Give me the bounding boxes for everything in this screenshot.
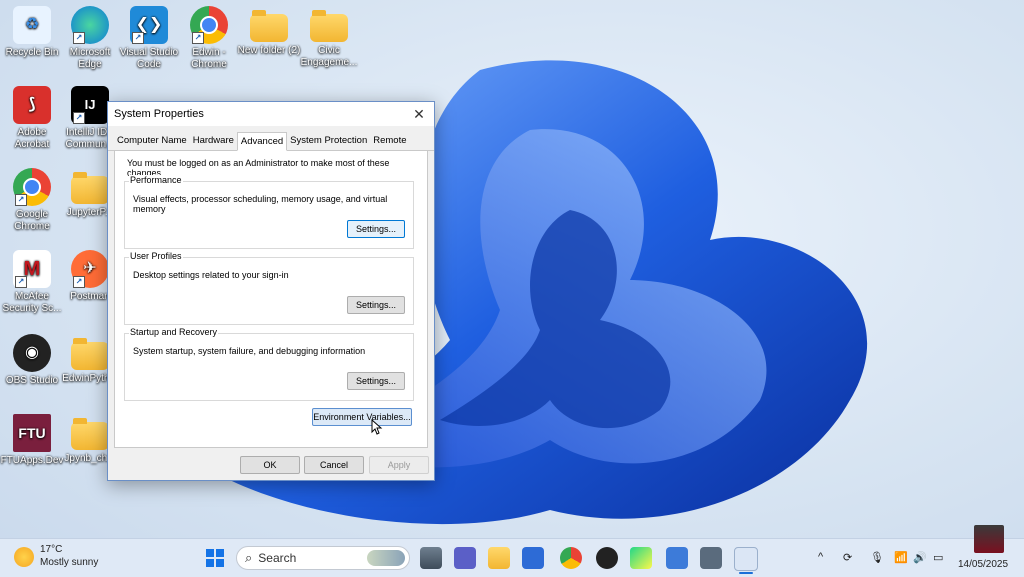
weather-sun-icon[interactable] [14, 547, 34, 567]
dialog-titlebar[interactable]: System Properties ✕ [108, 102, 434, 126]
start-windows-icon[interactable] [206, 549, 224, 567]
environment-variables-button[interactable]: Environment Variables... [312, 408, 412, 426]
desktop-icon-label: Edwin - Chrome [191, 47, 227, 70]
store-icon[interactable] [522, 547, 544, 569]
desktop-icon-edge[interactable]: ↗ Microsoft Edge [58, 6, 122, 71]
desktop-icon-civic[interactable]: Civic Engageme... [297, 6, 361, 69]
clock-date[interactable]: 14/05/2025 [958, 559, 1008, 570]
recycle-bin-icon: ♻ [13, 6, 51, 44]
ftu-icon: FTU [13, 414, 51, 452]
desktop-icon-label: OBS Studio [5, 375, 59, 386]
mouse-cursor-icon [371, 419, 383, 435]
desktop-icon-label: Google Chrome [14, 209, 50, 232]
folder-icon [71, 172, 109, 204]
close-icon: ✕ [413, 105, 425, 122]
file-explorer-icon[interactable] [488, 547, 510, 569]
taskbar-search[interactable]: ⌕ Search [236, 546, 410, 570]
desktop-icon-label: Microsoft Edge [69, 47, 111, 70]
chrome-taskbar-icon[interactable] [560, 547, 582, 569]
weather-temp[interactable]: 17°C [40, 544, 62, 555]
vscode-icon: ❮❯ ↗ [130, 6, 168, 44]
overlay-thumbnail [974, 525, 1004, 553]
group-description: Visual effects, processor scheduling, me… [133, 194, 388, 214]
group-description: Desktop settings related to your sign-in [133, 270, 289, 280]
startup-recovery-group: Startup and Recovery System startup, sys… [124, 327, 414, 401]
group-title: User Profiles [129, 251, 183, 261]
tab-remote[interactable]: Remote [370, 132, 409, 150]
startup-recovery-settings-button[interactable]: Settings... [347, 372, 405, 390]
close-button[interactable]: ✕ [404, 102, 434, 126]
chrome-profile-icon: ↗ [190, 6, 228, 44]
tab-computer-name[interactable]: Computer Name [114, 132, 190, 150]
desktop-icon-ftu[interactable]: FTU FTUApps.Dev [0, 414, 64, 467]
chrome-icon: ↗ [13, 168, 51, 206]
performance-settings-button[interactable]: Settings... [347, 220, 405, 238]
active-app-indicator [739, 572, 753, 574]
folder-icon [71, 338, 109, 370]
desktop-icon-vscode[interactable]: ❮❯ ↗ Visual Studio Code [117, 6, 181, 71]
search-placeholder: Search [258, 551, 297, 565]
desktop-icon-obs[interactable]: ◉ OBS Studio [0, 334, 64, 387]
microphone-icon[interactable]: 🎙 [870, 551, 884, 564]
tab-hardware[interactable]: Hardware [190, 132, 237, 150]
desktop-icon-chrome[interactable]: ↗ Google Chrome [0, 168, 64, 233]
user-profiles-group: User Profiles Desktop settings related t… [124, 251, 414, 325]
folder-icon [310, 10, 348, 42]
desktop-icon-label: McAfee Security Sc... [2, 291, 62, 314]
desktop-icon-label: FTUApps.Dev [0, 455, 64, 466]
search-highlight-icon [367, 550, 405, 566]
folder-icon [250, 10, 288, 42]
dialog-title: System Properties [114, 108, 204, 120]
tab-advanced[interactable]: Advanced [236, 132, 288, 151]
group-title: Performance [129, 175, 183, 185]
obs-taskbar-icon[interactable] [596, 547, 618, 569]
advanced-tab-panel: You must be logged on as an Administrato… [114, 151, 428, 448]
user-profiles-settings-button[interactable]: Settings... [347, 296, 405, 314]
weather-desc[interactable]: Mostly sunny [40, 557, 98, 568]
desktop-icon-label: Adobe Acrobat [14, 127, 50, 150]
obs-icon: ◉ [13, 334, 51, 372]
desktop-icon-label: Civic Engageme... [300, 45, 358, 68]
postman-icon: ✈ ↗ [71, 250, 109, 288]
group-description: System startup, system failure, and debu… [133, 346, 366, 356]
desktop-icon-label: New folder (2) [237, 45, 301, 56]
dialog-tabs: Computer Name Hardware Advanced System P… [108, 126, 434, 151]
task-view-icon[interactable] [420, 547, 442, 569]
volume-icon[interactable]: 🔊 [913, 551, 927, 564]
group-title: Startup and Recovery [129, 327, 219, 337]
system-properties-taskbar-icon[interactable] [734, 547, 758, 571]
acrobat-icon: ⟆ [13, 86, 51, 124]
desktop-icon-mcafee[interactable]: M ↗ McAfee Security Sc... [0, 250, 64, 315]
system-properties-dialog: System Properties ✕ Computer Name Hardwa… [107, 101, 435, 481]
desktop-icon-label: Visual Studio Code [119, 47, 179, 70]
intellij-icon: IJ ↗ [71, 86, 109, 124]
desktop-icon-label: Postman [70, 291, 110, 302]
cancel-button[interactable]: Cancel [304, 456, 364, 474]
ftu-text: FTU [18, 425, 46, 441]
tab-system-protection[interactable]: System Protection [287, 132, 370, 150]
snipping-tool-icon[interactable] [700, 547, 722, 569]
desktop-icon-chrome-profile[interactable]: ↗ Edwin - Chrome [177, 6, 241, 71]
wifi-icon[interactable]: 📶 [894, 551, 908, 564]
mcafee-icon: M ↗ [13, 250, 51, 288]
teams-icon[interactable] [454, 547, 476, 569]
ok-button[interactable]: OK [240, 456, 300, 474]
remote-desktop-icon[interactable] [666, 547, 688, 569]
taskbar: 17°C Mostly sunny ⌕ Search ^ ⟳ 🎙 📶 🔊 ▭ 1… [0, 525, 1024, 577]
apply-button[interactable]: Apply [369, 456, 429, 474]
desktop-icon-new-folder[interactable]: New folder (2) [237, 6, 301, 57]
performance-group: Performance Visual effects, processor sc… [124, 175, 414, 249]
desktop-icon-recycle-bin[interactable]: ♻ Recycle Bin [0, 6, 64, 59]
folder-icon [71, 418, 109, 450]
desktop-icon-acrobat[interactable]: ⟆ Adobe Acrobat [0, 86, 64, 151]
search-icon: ⌕ [245, 550, 253, 565]
tray-chevron-icon[interactable]: ^ [818, 551, 823, 563]
desktop-icon-label: Recycle Bin [5, 47, 59, 58]
sync-icon[interactable]: ⟳ [843, 551, 852, 564]
edge-icon: ↗ [71, 6, 109, 44]
battery-icon[interactable]: ▭ [933, 551, 943, 564]
intellij-text: IJ [84, 97, 96, 112]
pycharm-icon[interactable] [630, 547, 652, 569]
